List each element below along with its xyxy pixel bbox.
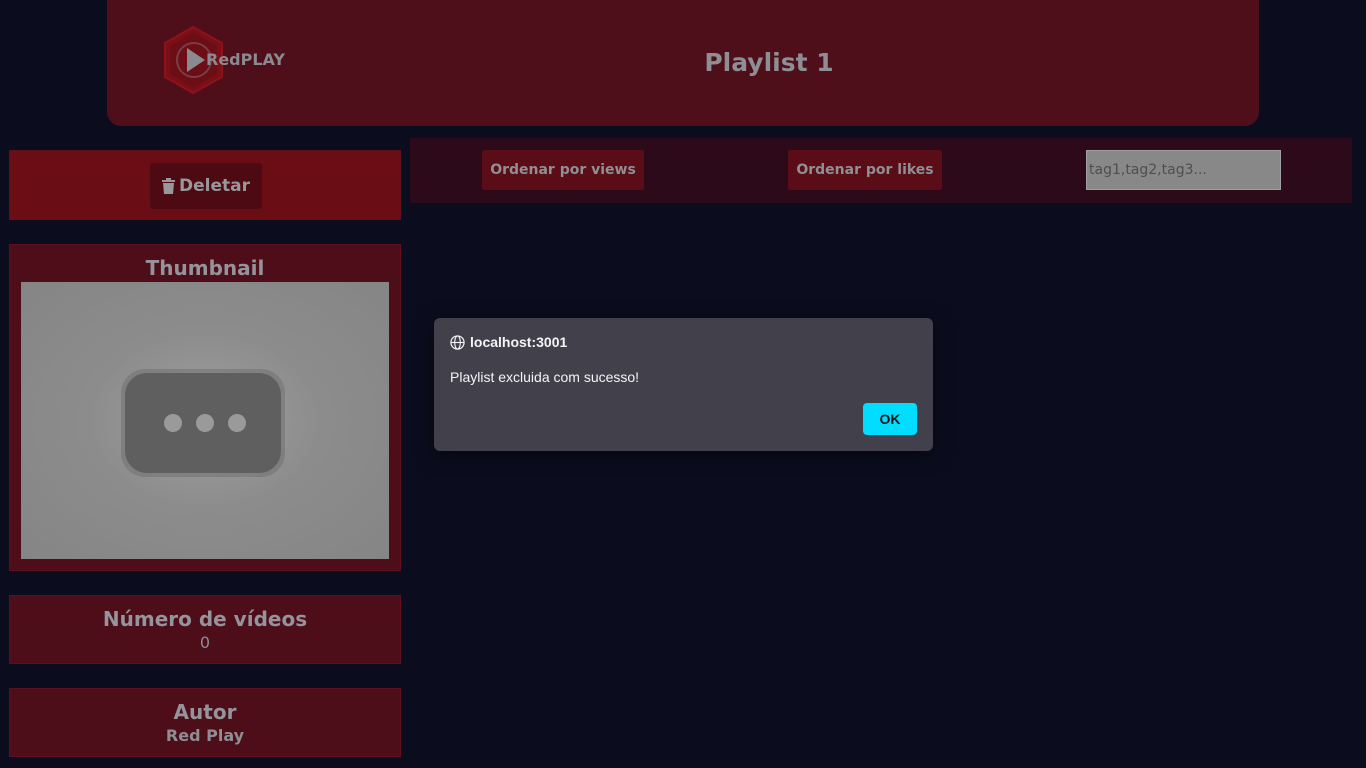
- thumbnail-image: [21, 282, 389, 559]
- sort-toolbar: Ordenar por views Ordenar por likes: [410, 138, 1352, 203]
- delete-button-label: Deletar: [179, 176, 250, 196]
- app-header: RedPLAY Playlist 1: [107, 0, 1259, 126]
- globe-icon: [450, 334, 465, 350]
- video-count-panel: Número de vídeos 0: [9, 595, 401, 664]
- dialog-origin: localhost:3001: [450, 334, 567, 350]
- sort-by-views-button[interactable]: Ordenar por views: [482, 150, 644, 190]
- alert-dialog: localhost:3001 Playlist excluida com suc…: [434, 318, 933, 451]
- ok-button[interactable]: OK: [863, 403, 917, 435]
- trash-icon: [162, 178, 175, 194]
- video-count-value: 0: [199, 633, 211, 652]
- author-panel: Autor Red Play: [9, 688, 401, 757]
- thumbnail-panel: Thumbnail: [9, 244, 401, 571]
- dialog-origin-text: localhost:3001: [470, 334, 568, 350]
- sort-by-likes-button[interactable]: Ordenar por likes: [788, 150, 942, 190]
- delete-panel: Deletar: [9, 150, 401, 220]
- thumbnail-title: Thumbnail: [145, 256, 265, 280]
- video-count-title: Número de vídeos: [102, 607, 308, 631]
- author-title: Autor: [173, 700, 237, 724]
- page-title: Playlist 1: [704, 48, 834, 77]
- dialog-message: Playlist excluida com sucesso!: [450, 369, 640, 385]
- author-name[interactable]: Red Play: [10, 726, 400, 745]
- delete-button[interactable]: Deletar: [150, 163, 262, 209]
- loading-dots-icon: [121, 369, 285, 477]
- tags-input[interactable]: [1086, 150, 1281, 190]
